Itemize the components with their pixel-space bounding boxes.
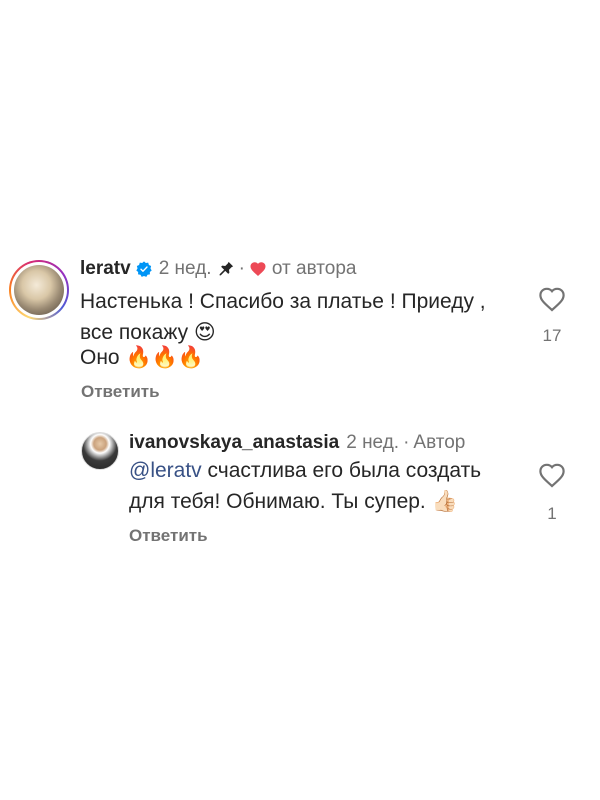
comments-thread: leratv 2 нед. · от автора Настенька ! Сп…	[0, 0, 600, 800]
heart-outline-icon[interactable]	[538, 286, 566, 312]
comment-text-line: @leratv счастлива его была создать	[129, 455, 481, 486]
like-count: 1	[547, 504, 557, 523]
like-control: 1	[534, 462, 570, 524]
comment-text-line: Настенька ! Спасибо за платье ! Приеду ,	[80, 290, 486, 313]
avatar[interactable]	[81, 432, 119, 470]
comment-time: 2 нед.	[346, 432, 400, 453]
username[interactable]: ivanovskaya_anastasia	[129, 432, 339, 454]
reply-button[interactable]: Ответить	[81, 382, 160, 402]
heart-filled-icon	[250, 262, 266, 276]
like-count: 17	[542, 326, 562, 345]
verified-badge-icon	[136, 261, 152, 277]
avatar[interactable]	[9, 260, 69, 320]
heart-outline-icon[interactable]	[538, 462, 566, 488]
author-liked-label: от автора	[271, 258, 357, 279]
author-label: Автор	[413, 432, 466, 453]
comment-meta: leratv 2 нед. · от автора	[80, 258, 356, 280]
pin-icon	[219, 261, 233, 276]
like-control: 17	[534, 286, 570, 346]
username[interactable]: leratv	[80, 258, 131, 280]
comment-text-line: для тебя! Обнимаю. Ты супер. 👍🏻	[129, 490, 458, 513]
comment-text-line: Оно 🔥🔥🔥	[80, 346, 204, 369]
reply-button[interactable]: Ответить	[129, 526, 208, 546]
comment-meta: ivanovskaya_anastasia 2 нед. · Автор	[129, 432, 465, 454]
separator: ·	[238, 258, 245, 279]
comment-text: счастлива его была создать	[201, 459, 482, 482]
separator: ·	[403, 432, 410, 453]
mention-link[interactable]: @leratv	[129, 459, 202, 482]
comment-time: 2 нед.	[158, 258, 212, 279]
